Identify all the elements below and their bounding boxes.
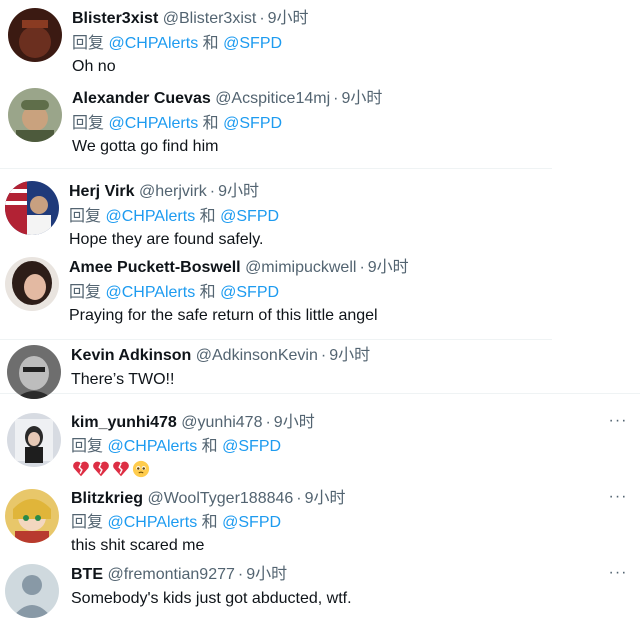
avatar[interactable] bbox=[5, 564, 59, 618]
mention-link[interactable]: @SFPD bbox=[222, 514, 281, 531]
reply-prefix: 回复 bbox=[72, 115, 105, 132]
author-handle[interactable]: @fremontian9277 bbox=[107, 566, 234, 583]
timestamp[interactable]: 9小时 bbox=[274, 414, 315, 431]
mention-link[interactable]: @CHPAlerts bbox=[105, 208, 195, 225]
author-name[interactable]: Alexander Cuevas bbox=[72, 90, 211, 107]
reply-and: 和 bbox=[199, 284, 216, 301]
divider bbox=[0, 393, 640, 394]
reply-and: 和 bbox=[201, 514, 218, 531]
separator-dot: · bbox=[237, 566, 244, 583]
avatar[interactable] bbox=[5, 257, 59, 311]
mention-link[interactable]: @SFPD bbox=[220, 284, 279, 301]
timestamp[interactable]: 9小时 bbox=[218, 183, 259, 200]
reply-prefix: 回复 bbox=[69, 284, 102, 301]
divider bbox=[0, 168, 552, 169]
more-options-icon[interactable]: ··· bbox=[608, 565, 628, 582]
mention-link[interactable]: @SFPD bbox=[223, 35, 282, 52]
tweet-text: We gotta go find him bbox=[72, 138, 219, 155]
more-options-icon[interactable]: ··· bbox=[608, 413, 628, 430]
separator-dot: · bbox=[296, 490, 302, 507]
avatar[interactable] bbox=[5, 181, 59, 235]
author-name[interactable]: Amee Puckett-Boswell bbox=[69, 259, 241, 276]
author-name[interactable]: Kevin Adkinson bbox=[71, 347, 191, 364]
pleading-face-icon bbox=[132, 460, 150, 477]
reply-and: 和 bbox=[201, 438, 218, 455]
author-name[interactable]: Blister3xist bbox=[72, 10, 158, 27]
author-handle[interactable]: @mimipuckwell bbox=[245, 259, 356, 276]
author-handle[interactable]: @yunhi478 bbox=[181, 414, 262, 431]
reply-and: 和 bbox=[199, 208, 216, 225]
tweet-text: There’s TWO!! bbox=[71, 371, 175, 388]
reply-prefix: 回复 bbox=[71, 514, 104, 531]
more-options-icon[interactable]: ··· bbox=[608, 489, 628, 506]
timestamp[interactable]: 9小时 bbox=[368, 259, 409, 276]
avatar[interactable] bbox=[7, 345, 61, 399]
reply-and: 和 bbox=[202, 115, 219, 132]
broken-heart-icon bbox=[93, 461, 109, 476]
author-handle[interactable]: @Acspitice14mj bbox=[215, 90, 330, 107]
tweet-text: Hope they are found safely. bbox=[69, 231, 264, 248]
separator-dot: · bbox=[209, 183, 216, 200]
mention-link[interactable]: @CHPAlerts bbox=[105, 284, 195, 301]
timestamp[interactable]: 9小时 bbox=[329, 347, 370, 364]
timestamp[interactable]: 9小时 bbox=[305, 490, 346, 507]
author-handle[interactable]: @Blister3xist bbox=[163, 10, 257, 27]
separator-dot: · bbox=[359, 259, 365, 276]
divider bbox=[0, 339, 552, 340]
mention-link[interactable]: @CHPAlerts bbox=[108, 35, 198, 52]
mention-link[interactable]: @SFPD bbox=[220, 208, 279, 225]
avatar[interactable] bbox=[5, 489, 59, 543]
separator-dot: · bbox=[333, 90, 339, 107]
author-handle[interactable]: @herjvirk bbox=[139, 183, 207, 200]
reply-prefix: 回复 bbox=[71, 438, 104, 455]
author-name[interactable]: BTE bbox=[71, 566, 103, 583]
mention-link[interactable]: @CHPAlerts bbox=[107, 514, 197, 531]
author-handle[interactable]: @AdkinsonKevin bbox=[196, 347, 318, 364]
timestamp[interactable]: 9小时 bbox=[246, 566, 287, 583]
author-name[interactable]: Blitzkrieg bbox=[71, 490, 143, 507]
mention-link[interactable]: @CHPAlerts bbox=[108, 115, 198, 132]
tweet-emoji-row bbox=[72, 459, 152, 479]
tweet-text: Praying for the safe return of this litt… bbox=[69, 307, 378, 324]
separator-dot: · bbox=[320, 347, 327, 364]
separator-dot: · bbox=[265, 414, 271, 431]
tweet-text: Somebody's kids just got abducted, wtf. bbox=[71, 590, 352, 607]
tweet-text: this shit scared me bbox=[71, 537, 205, 554]
avatar[interactable] bbox=[7, 413, 61, 467]
reply-and: 和 bbox=[202, 35, 219, 52]
author-name[interactable]: Herj Virk bbox=[69, 183, 135, 200]
tweet-text: Oh no bbox=[72, 58, 116, 75]
mention-link[interactable]: @SFPD bbox=[222, 438, 281, 455]
reply-prefix: 回复 bbox=[69, 208, 102, 225]
avatar[interactable] bbox=[8, 8, 62, 62]
author-handle[interactable]: @WoolTyger188846 bbox=[147, 490, 293, 507]
separator-dot: · bbox=[259, 10, 265, 27]
mention-link[interactable]: @CHPAlerts bbox=[107, 438, 197, 455]
timestamp[interactable]: 9小时 bbox=[341, 90, 382, 107]
author-name[interactable]: kim_yunhi478 bbox=[71, 414, 177, 431]
reply-prefix: 回复 bbox=[72, 35, 105, 52]
broken-heart-icon bbox=[113, 461, 129, 476]
broken-heart-icon bbox=[73, 461, 89, 476]
avatar[interactable] bbox=[8, 88, 62, 142]
timestamp[interactable]: 9小时 bbox=[268, 10, 309, 27]
mention-link[interactable]: @SFPD bbox=[223, 115, 282, 132]
